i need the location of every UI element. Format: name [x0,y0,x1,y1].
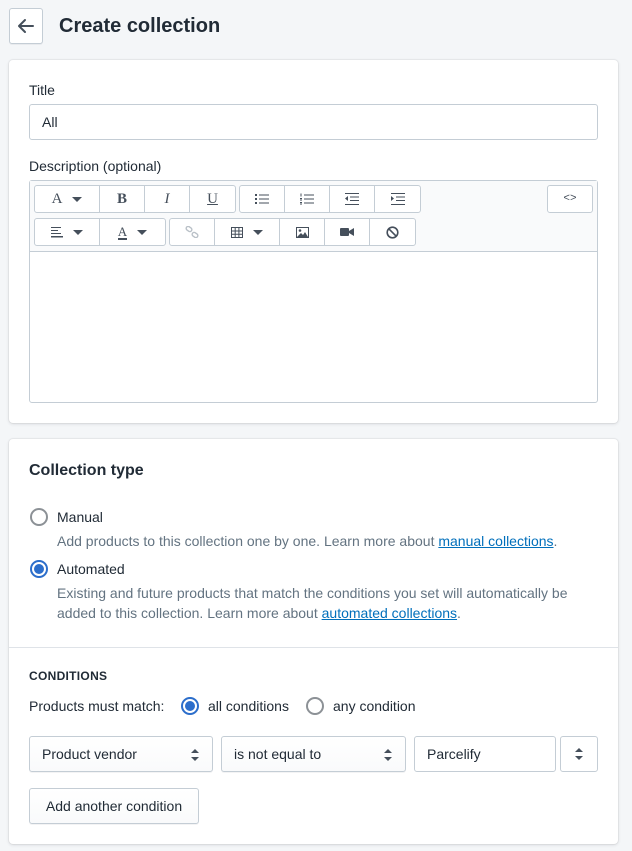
back-button[interactable] [9,8,43,44]
manual-radio[interactable] [30,508,48,526]
automated-help-text: Existing and future products that match … [57,583,597,623]
conditions-heading: CONDITIONS [29,669,108,683]
manual-help-suffix: . [553,533,558,549]
condition-operator-value: is not equal to [234,746,322,762]
automated-radio[interactable] [30,560,48,578]
automated-label[interactable]: Automated [57,559,125,579]
link-button[interactable] [170,219,215,245]
title-input[interactable]: All [29,104,598,140]
manual-help-text: Add products to this collection one by o… [57,531,597,551]
italic-icon: I [164,190,170,207]
title-label: Title [29,82,55,98]
table-icon [231,226,243,238]
condition-value-stepper[interactable] [560,736,598,772]
manual-collections-link[interactable]: manual collections [438,533,553,549]
italic-button[interactable]: I [145,186,190,212]
outdent-button[interactable] [330,186,375,212]
clear-formatting-button[interactable] [370,219,415,245]
outdent-icon [345,193,359,205]
match-label: Products must match: [29,698,165,714]
clear-formatting-icon [386,225,399,239]
section-divider [9,647,618,648]
underline-icon: U [207,190,218,207]
page-title: Create collection [59,15,221,37]
insert-video-button[interactable] [325,219,370,245]
link-icon [185,226,199,238]
insert-image-button[interactable] [280,219,325,245]
text-color-dropdown-button[interactable]: A [100,219,165,245]
video-icon [340,228,354,236]
manual-help-body: Add products to this collection one by o… [57,533,439,549]
insert-group [169,218,416,246]
bullet-list-button[interactable] [240,186,285,212]
font-dropdown-button[interactable]: A [35,186,100,212]
automated-collections-link[interactable]: automated collections [322,605,457,621]
indent-icon [390,193,405,205]
condition-operator-select[interactable]: is not equal to [221,736,406,772]
condition-field-select[interactable]: Product vendor [29,736,213,772]
any-condition-radio[interactable] [306,697,324,715]
image-icon [295,226,309,238]
chevron-down-icon [72,196,83,202]
code-view-button[interactable]: <> [547,185,593,213]
condition-field-value: Product vendor [42,746,137,762]
bullet-list-icon [255,194,269,204]
all-conditions-radio[interactable] [181,697,199,715]
format-group-1: A B I U [34,185,236,213]
arrow-left-icon [18,19,34,33]
indent-button[interactable] [375,186,420,212]
bold-button[interactable]: B [100,186,145,212]
description-label: Description (optional) [29,158,162,174]
all-conditions-label[interactable]: all conditions [208,696,289,716]
numbered-list-icon [300,193,314,205]
chevron-down-icon [253,229,263,235]
font-icon: A [51,190,63,207]
any-condition-label[interactable]: any condition [333,696,416,716]
format-group-2: A [34,218,166,246]
description-editor: A B I U <> A [29,180,598,403]
underline-button[interactable]: U [190,186,235,212]
details-card: Title All Description (optional) A B I U [9,60,618,423]
automated-help-body: Existing and future products that match … [57,585,568,621]
select-arrows-icon [384,749,392,761]
manual-label[interactable]: Manual [57,507,103,527]
align-left-icon [51,227,63,238]
automated-help-suffix: . [457,605,461,621]
table-dropdown-button[interactable] [215,219,280,245]
bold-icon: B [116,190,127,207]
select-arrows-icon [191,749,199,761]
condition-value-input[interactable]: Parcelify [414,736,556,772]
editor-toolbar: A B I U <> A [30,181,597,252]
align-dropdown-button[interactable] [35,219,100,245]
collection-type-card: Collection type Manual Add products to t… [9,439,618,844]
text-color-icon: A [117,223,128,240]
numbered-list-button[interactable] [285,186,330,212]
chevron-down-icon [73,229,83,235]
editor-content-area[interactable] [30,252,597,402]
chevron-down-icon [137,229,148,235]
select-arrows-icon [575,748,583,760]
add-condition-button[interactable]: Add another condition [29,788,199,824]
list-group [239,185,421,213]
collection-type-heading: Collection type [29,462,144,479]
